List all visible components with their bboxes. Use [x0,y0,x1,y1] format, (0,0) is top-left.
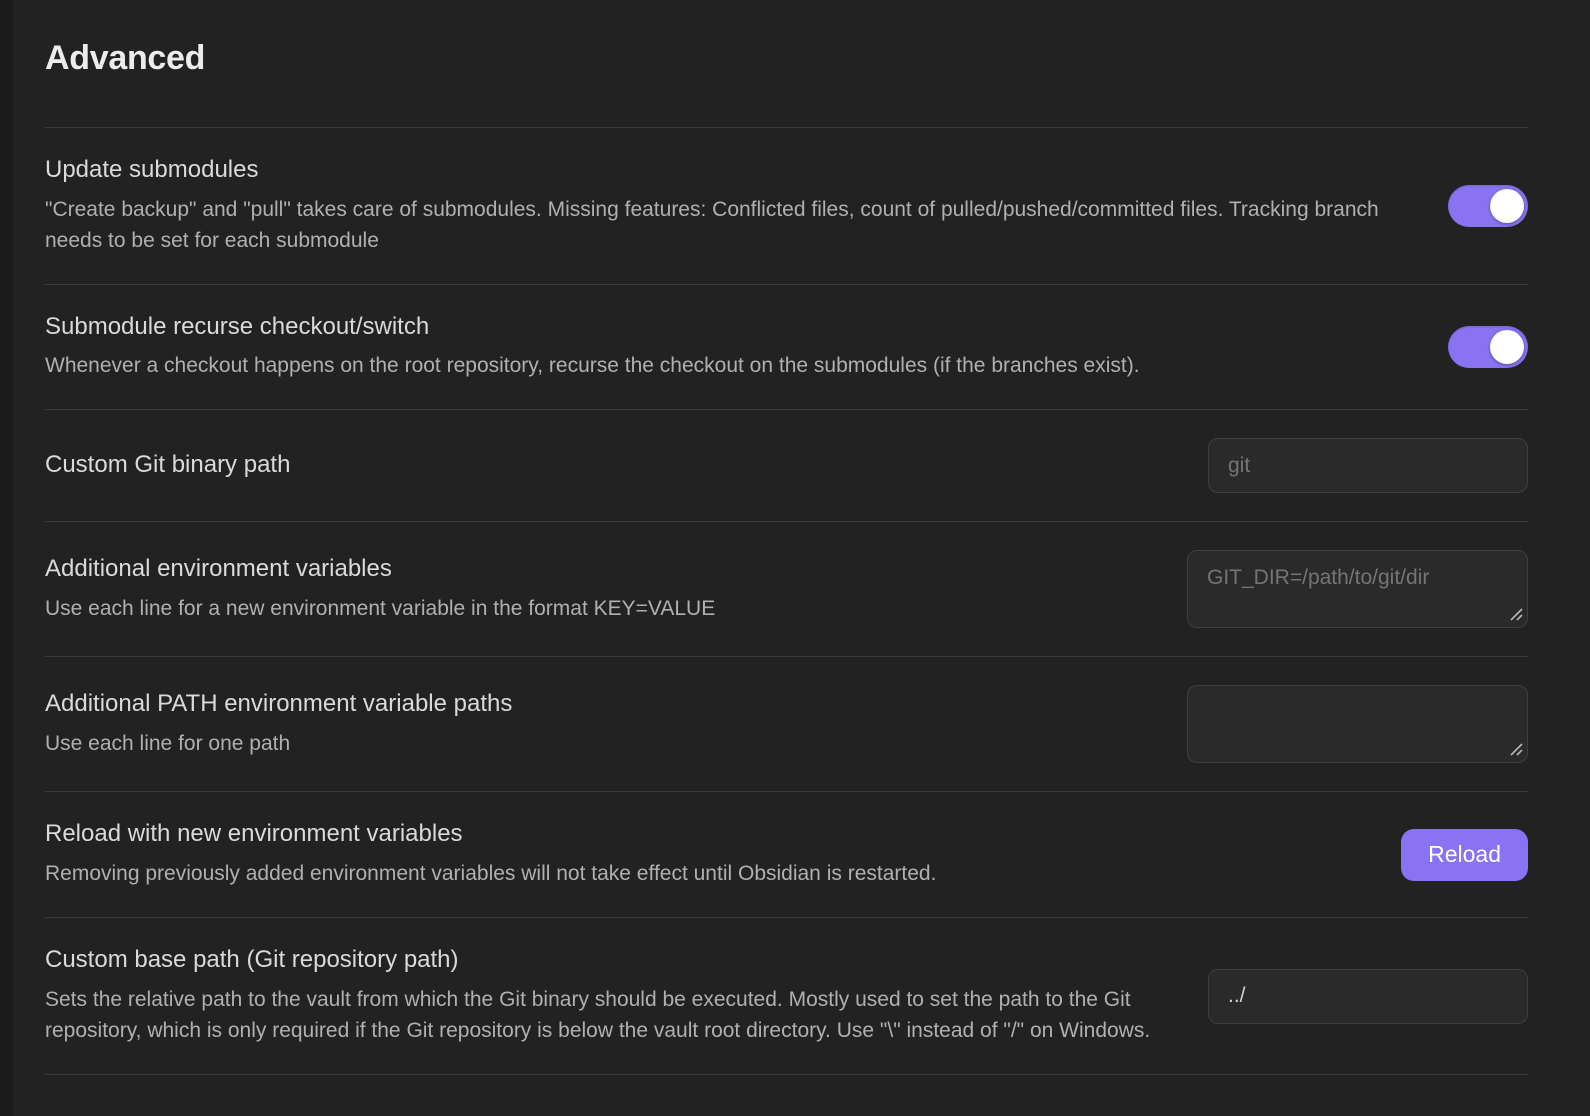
setting-name: Additional environment variables [45,555,1163,584]
reload-button[interactable]: Reload [1401,829,1528,881]
setting-info: Update submodules "Create backup" and "p… [45,156,1424,256]
resize-handle-icon[interactable] [1507,740,1523,756]
setting-name: Additional PATH environment variable pat… [45,690,1163,719]
resize-handle-icon[interactable] [1507,605,1523,621]
setting-info: Reload with new environment variables Re… [45,820,1377,889]
toggle-knob [1490,330,1524,364]
setting-row-submodule-recurse: Submodule recurse checkout/switch Whenev… [45,284,1528,410]
setting-info: Custom base path (Git repository path) S… [45,946,1184,1046]
setting-description: Whenever a checkout happens on the root … [45,350,1424,381]
setting-name: Custom Git binary path [45,451,1184,480]
path-env-paths-textarea[interactable] [1187,685,1528,763]
setting-description: Sets the relative path to the vault from… [45,984,1184,1046]
env-variables-textarea[interactable] [1187,550,1528,628]
setting-row-reload-env: Reload with new environment variables Re… [45,791,1528,917]
setting-info: Custom Git binary path [45,451,1184,480]
update-submodules-toggle[interactable] [1448,185,1528,227]
setting-description: "Create backup" and "pull" takes care of… [45,194,1424,256]
bottom-divider [45,1074,1528,1090]
setting-info: Submodule recurse checkout/switch Whenev… [45,313,1424,382]
setting-name: Update submodules [45,156,1424,185]
submodule-recurse-toggle[interactable] [1448,326,1528,368]
setting-control [1448,185,1528,227]
setting-name: Submodule recurse checkout/switch [45,313,1424,342]
setting-row-git-binary-path: Custom Git binary path [45,409,1528,521]
setting-name: Custom base path (Git repository path) [45,946,1184,975]
setting-description: Use each line for one path [45,728,1163,759]
setting-control [1448,326,1528,368]
window-edge [0,0,13,1116]
textarea-wrap [1187,550,1528,628]
textarea-wrap [1187,685,1528,763]
setting-row-update-submodules: Update submodules "Create backup" and "p… [45,127,1528,284]
setting-control: Reload [1401,829,1528,881]
setting-description: Use each line for a new environment vari… [45,593,1163,624]
git-binary-path-input[interactable] [1208,438,1528,493]
setting-row-env-variables: Additional environment variables Use eac… [45,521,1528,656]
toggle-knob [1490,189,1524,223]
custom-base-path-input[interactable] [1208,969,1528,1024]
settings-page-advanced: Advanced Update submodules "Create backu… [13,0,1590,1090]
setting-control [1187,550,1528,628]
setting-row-path-env-paths: Additional PATH environment variable pat… [45,656,1528,791]
setting-row-custom-base-path: Custom base path (Git repository path) S… [45,917,1528,1074]
setting-control [1187,685,1528,763]
setting-description: Removing previously added environment va… [45,858,1377,889]
page-title: Advanced [45,38,1528,79]
setting-control [1208,438,1528,493]
setting-info: Additional PATH environment variable pat… [45,690,1163,759]
setting-control [1208,969,1528,1024]
setting-name: Reload with new environment variables [45,820,1377,849]
setting-info: Additional environment variables Use eac… [45,555,1163,624]
